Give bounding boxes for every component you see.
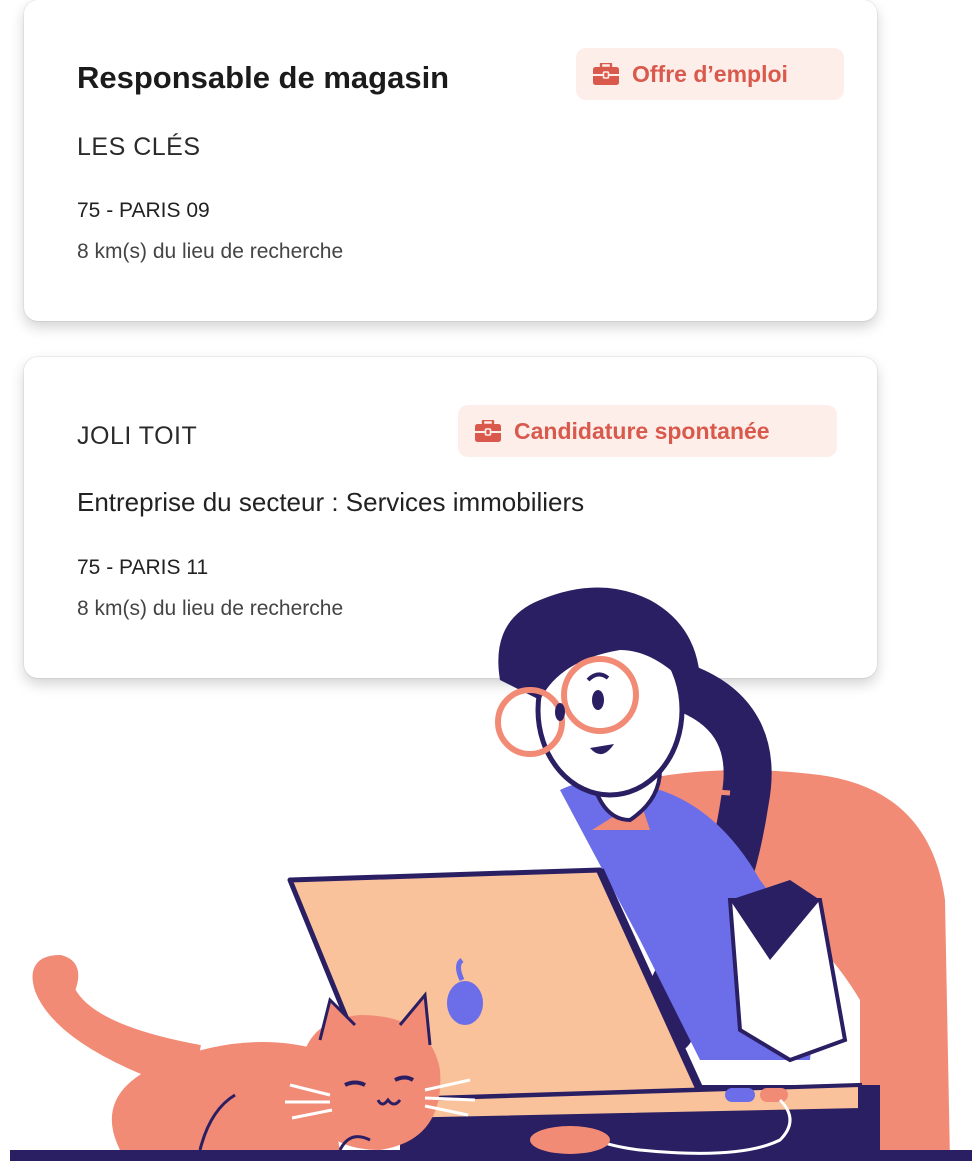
job-title: Responsable de magasin [77,60,450,95]
company-sector: Entreprise du secteur : Services immobil… [77,487,585,517]
job-location: 75 - PARIS 09 [77,199,210,222]
offer-type-badge: Offre d’emploi [576,48,844,100]
search-distance: 8 km(s) du lieu de recherche [77,240,344,263]
briefcase-icon [593,63,619,85]
badge-label: Offre d’emploi [632,60,788,87]
woman-laptop-cat-illustration [10,587,972,1161]
application-type-badge: Candidature spontanée [458,405,837,457]
company-name: LES CLÉS [77,133,201,161]
badge-label: Candidature spontanée [514,417,770,444]
job-offer-card[interactable]: Responsable de magasin Offre d’emploi LE… [24,0,877,321]
briefcase-icon [475,420,501,442]
company-name: JOLI TOIT [77,422,198,450]
